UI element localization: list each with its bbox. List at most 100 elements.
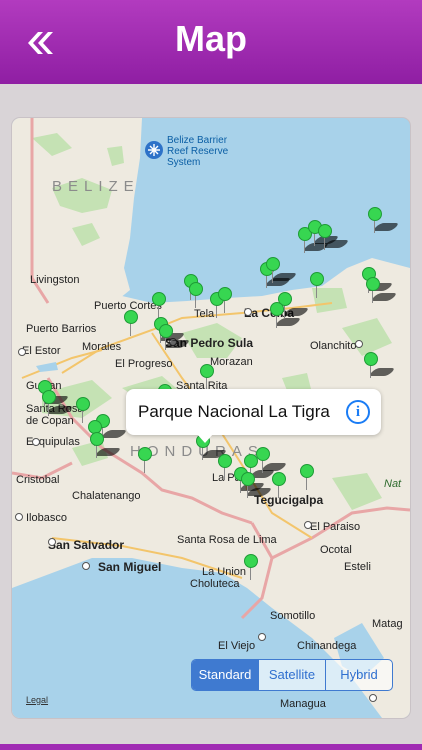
app-header: Map <box>0 0 422 84</box>
pin-stem <box>316 284 317 298</box>
pin-stem <box>206 376 207 390</box>
map-label-el-viejo: El Viejo <box>218 640 256 652</box>
city-dot <box>82 562 90 570</box>
pin-stem <box>82 409 83 423</box>
pin-stem <box>284 304 285 318</box>
pin-stem <box>372 289 373 303</box>
pin-head <box>218 454 232 468</box>
pin-head <box>76 397 90 411</box>
map-label-reef-line2: Reef Reserve <box>167 146 229 157</box>
pin-head <box>200 364 214 378</box>
pin-head <box>42 390 56 404</box>
pin-head <box>152 292 166 306</box>
pin-stem <box>272 269 273 283</box>
pin-stem <box>278 484 279 498</box>
city-dot <box>355 340 363 348</box>
pin-stem <box>276 314 277 328</box>
pin-head <box>218 287 232 301</box>
map-label-san-miguel: San Miguel <box>98 560 162 574</box>
map-label-morazan: Morazan <box>210 356 253 368</box>
pin-stem <box>130 322 131 336</box>
pin-head <box>124 310 138 324</box>
map-label-tela: Tela <box>194 308 215 320</box>
map-label-belize: BELIZE <box>52 178 140 195</box>
city-dot <box>244 308 252 316</box>
map-label-chinandega: Chinandega <box>297 640 357 652</box>
pin-stem <box>202 446 203 460</box>
callout-title: Parque Nacional La Tigra <box>138 402 330 421</box>
pin-stem <box>370 364 371 378</box>
map-label-reef-line1: Belize Barrier <box>167 135 228 146</box>
pin-stem <box>224 299 225 313</box>
pin-head <box>189 282 203 296</box>
pin-head <box>266 257 280 271</box>
city-dot <box>48 538 56 546</box>
pin-stem <box>314 232 315 246</box>
map-label-ilobasco: Ilobasco <box>26 512 67 524</box>
map-label-san-salvador: San Salvador <box>48 538 125 552</box>
map-label-reef: Belize Barrier Reef Reserve System <box>167 135 228 168</box>
map-label-olanchito: Olanchito <box>310 340 357 352</box>
map-label-santa-rosa-line2: de Copan <box>26 415 74 427</box>
callout-pointer <box>196 433 214 443</box>
map-label-ocotal: Ocotal <box>320 544 352 556</box>
pin-stem <box>224 466 225 480</box>
map-label-chalatenango: Chalatenango <box>72 490 141 502</box>
map-label-la-union: La Union <box>202 566 247 578</box>
pin-stem <box>374 219 375 233</box>
city-dot <box>258 633 266 641</box>
city-dot <box>369 694 377 702</box>
footer-strip <box>0 744 422 750</box>
pin-stem <box>266 274 267 288</box>
pin-head <box>272 472 286 486</box>
pin-head <box>138 447 152 461</box>
segment-standard[interactable]: Standard <box>192 660 258 690</box>
pin-stem <box>262 459 263 473</box>
map-label-reef-line3: System <box>167 157 201 168</box>
pin-stem <box>250 566 251 580</box>
info-icon[interactable]: i <box>346 400 370 424</box>
pin-head <box>368 207 382 221</box>
map-label-santa-rosa-lima: Santa Rosa de Lima <box>177 534 277 546</box>
city-dot <box>32 438 40 446</box>
pin-head <box>300 464 314 478</box>
map-label-choluteca: Choluteca <box>190 578 240 590</box>
pin-stem <box>158 304 159 318</box>
map-label-somotillo: Somotillo <box>270 610 316 622</box>
page-title: Map <box>175 18 247 59</box>
map-label-livingston: Livingston <box>30 274 80 286</box>
map-label-morales: Morales <box>82 341 122 353</box>
city-dot <box>15 513 23 521</box>
map-type-segmented-control: Standard Satellite Hybrid <box>191 659 393 691</box>
pin-head <box>318 224 332 238</box>
map-view[interactable]: Belize Barrier Reef Reserve System BELIZ… <box>12 118 410 718</box>
map-label-managua: Managua <box>280 698 326 710</box>
city-dot <box>18 348 26 356</box>
pin-stem <box>165 336 166 350</box>
map-label-matag: Matag <box>372 618 403 630</box>
map-label-el-estor: El Estor <box>22 345 61 357</box>
pin-stem <box>144 459 145 473</box>
map-label-puerto-barrios: Puerto Barrios <box>26 323 97 335</box>
pin-head <box>244 554 258 568</box>
pin-head <box>366 277 380 291</box>
pin-head <box>364 352 378 366</box>
legal-link[interactable]: Legal <box>26 695 48 705</box>
pin-stem <box>324 236 325 250</box>
pin-head <box>256 447 270 461</box>
segment-hybrid[interactable]: Hybrid <box>325 660 392 690</box>
pin-stem <box>306 476 307 490</box>
map-label-esteli: Esteli <box>344 561 371 573</box>
pin-stem <box>247 484 248 498</box>
pin-stem <box>195 294 196 308</box>
pin-stem <box>304 239 305 253</box>
pin-head <box>90 432 104 446</box>
map-label-el-progreso: El Progreso <box>115 358 173 370</box>
pin-stem <box>96 444 97 458</box>
map-label-cristobal: Cristobal <box>16 474 60 486</box>
pin-stem <box>216 304 217 318</box>
segment-satellite[interactable]: Satellite <box>258 660 325 690</box>
pin-head <box>270 302 284 316</box>
pin-stem <box>48 402 49 416</box>
annotation-callout[interactable]: Parque Nacional La Tigra i <box>126 389 381 443</box>
